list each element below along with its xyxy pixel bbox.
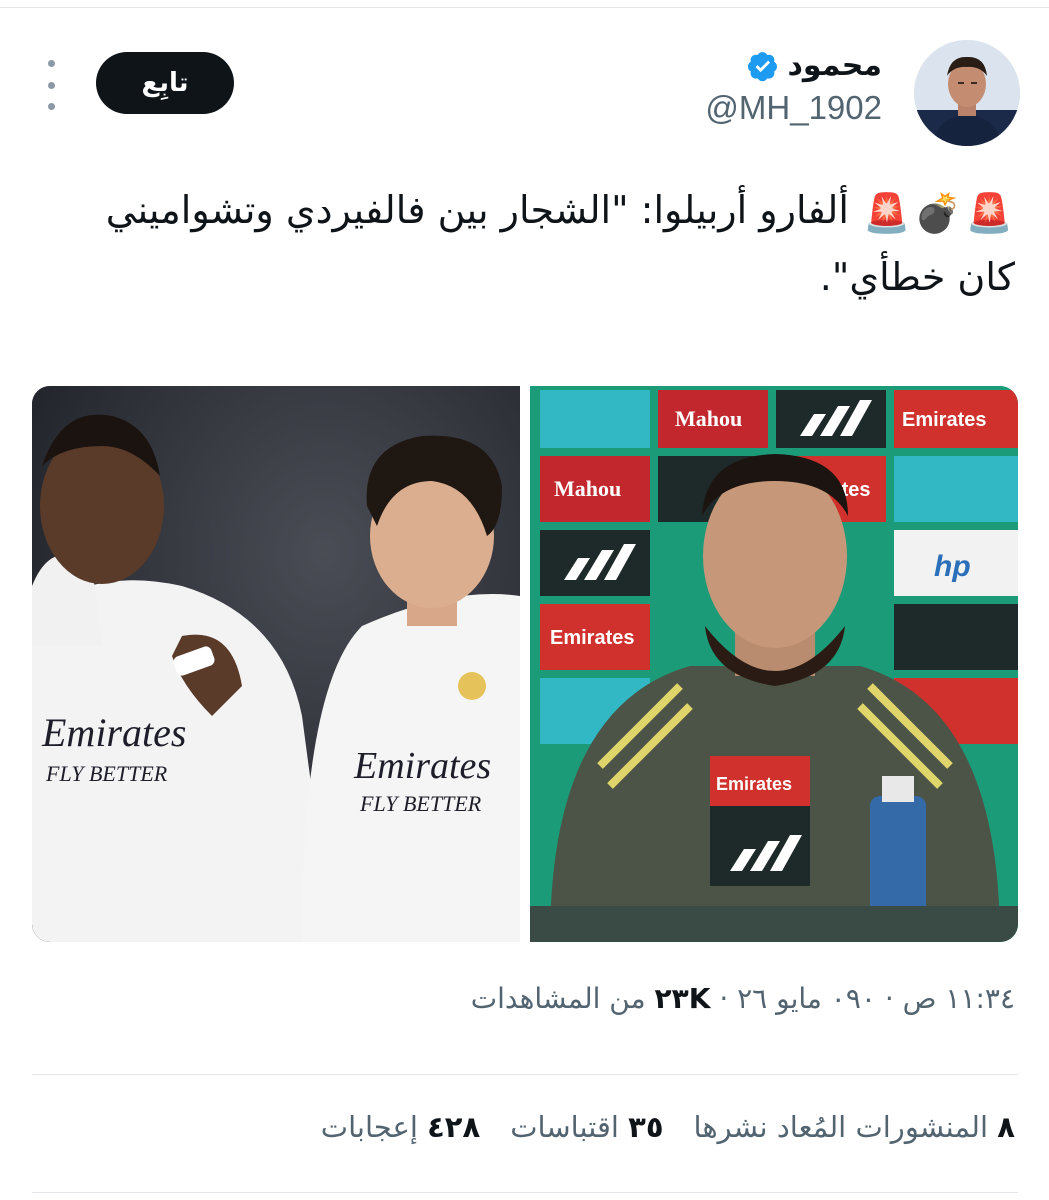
sponsor-hp: hp	[934, 550, 971, 583]
reposts-count: ٨	[997, 1110, 1015, 1144]
more-options-icon[interactable]	[44, 60, 58, 110]
meta-divider	[32, 1074, 1018, 1075]
author-display-name[interactable]: محمود	[747, 48, 882, 83]
avatar-image	[914, 40, 1020, 146]
quotes-count: ٣٥	[628, 1110, 664, 1144]
likes-label: إعجابات	[320, 1110, 418, 1144]
author-info: محمود @MH_1902	[522, 48, 882, 127]
reposts-label: المنشورات المُعاد نشرها	[693, 1110, 989, 1144]
display-name-text: محمود	[787, 48, 882, 83]
press-conference-photo[interactable]: Mahou Emirates Mahou Emirates Emirates h…	[530, 386, 1018, 942]
quotes-stat[interactable]: ٣٥ اقتباسات	[510, 1110, 663, 1144]
verified-badge-icon	[748, 51, 778, 81]
players-photo[interactable]: Emirates FLY BETTER Emirates FLY BETTER	[32, 386, 520, 942]
press-conference-image: Mahou Emirates Mahou Emirates Emirates h…	[530, 386, 1018, 942]
likes-count: ٤٢٨	[427, 1110, 481, 1144]
tweet-time[interactable]: ١١:٣٤ ص	[903, 982, 1015, 1015]
meta-separator: ·	[884, 982, 894, 1015]
sponsor-emirates-mic: Emirates	[716, 774, 792, 794]
tweet-date[interactable]: ٠٩٠ مايو ٢٦	[737, 982, 876, 1015]
bomb-icon: 💣	[914, 190, 962, 235]
siren-icon: 🚨	[965, 190, 1013, 235]
sponsor-emirates-1: Emirates	[902, 409, 987, 431]
top-divider	[0, 0, 1049, 8]
tweet-line-1: 🚨💣🚨 ألفارو أربيلوا: "الشجار بين فالفيردي…	[25, 178, 1015, 245]
jersey-sub-left: FLY BETTER	[45, 761, 168, 786]
sponsor-mahou-2: Mahou	[554, 476, 621, 501]
stats-divider	[32, 1192, 1018, 1193]
meta-separator: ·	[719, 982, 729, 1015]
author-handle[interactable]: @MH_1902	[522, 89, 882, 127]
jersey-sub-right: FLY BETTER	[359, 791, 482, 816]
sponsor-mahou-1: Mahou	[675, 406, 742, 431]
tweet-meta: ١١:٣٤ ص · ٠٩٠ مايو ٢٦ · ٢٣K من المشاهدات	[471, 982, 1015, 1015]
follow-button[interactable]: تابِع	[96, 52, 234, 114]
author-avatar[interactable]	[914, 40, 1020, 146]
views-count: ٢٣K	[654, 982, 711, 1015]
quotes-label: اقتباسات	[510, 1110, 619, 1144]
tweet-text: 🚨💣🚨 ألفارو أربيلوا: "الشجار بين فالفيردي…	[25, 178, 1015, 309]
tweet-text-line-2: كان خطأي".	[819, 254, 1015, 299]
tweet-media: Emirates FLY BETTER Emirates FLY BETTER	[32, 386, 1018, 942]
jersey-text-right: Emirates	[353, 745, 491, 787]
tweet-stats: ٨ المنشورات المُعاد نشرها ٣٥ اقتباسات ٤٢…	[321, 1110, 1015, 1144]
tweet-header: محمود @MH_1902 تابِع	[30, 40, 1020, 150]
reposts-stat[interactable]: ٨ المنشورات المُعاد نشرها	[694, 1110, 1015, 1144]
tweet-text-line-1: ألفارو أربيلوا: "الشجار بين فالفيردي وتش…	[105, 188, 849, 232]
siren-icon: 🚨	[863, 190, 911, 235]
sponsor-emirates-3: Emirates	[550, 627, 635, 649]
players-photo-image: Emirates FLY BETTER Emirates FLY BETTER	[32, 386, 520, 942]
jersey-text-left: Emirates	[41, 710, 186, 755]
likes-stat[interactable]: ٤٢٨ إعجابات	[321, 1110, 480, 1144]
views-label: من المشاهدات	[470, 982, 646, 1015]
